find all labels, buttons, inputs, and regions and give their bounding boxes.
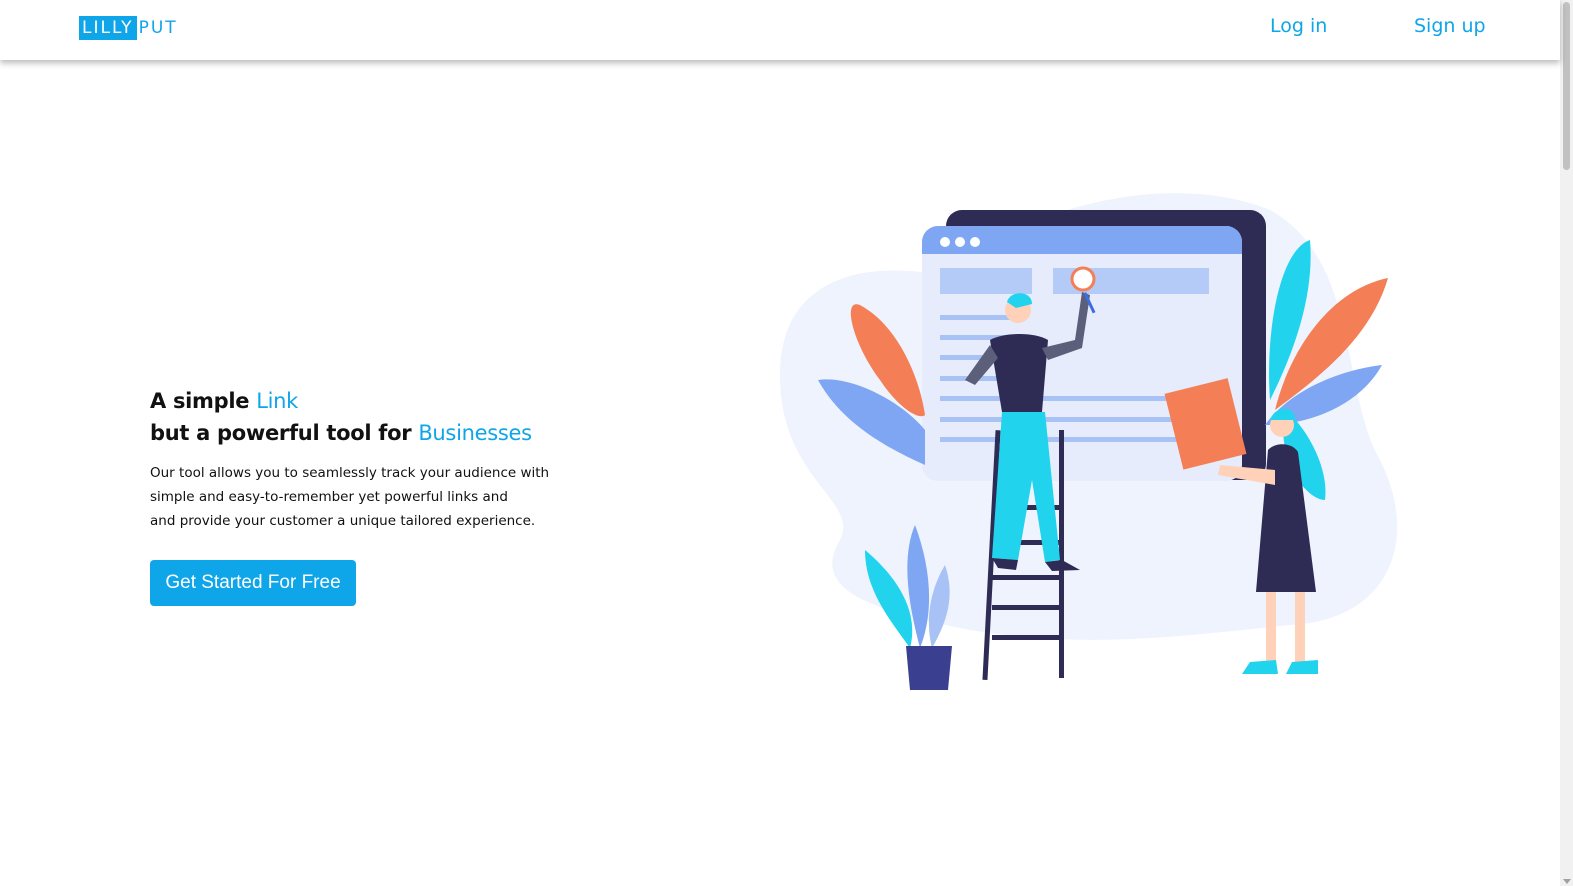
hero-section: A simple Link but a powerful tool for Bu…: [150, 385, 570, 533]
headline-line1-prefix: A simple: [150, 389, 257, 413]
logo-box-text: LILLY: [79, 16, 137, 40]
hero-description: Our tool allows you to seamlessly track …: [150, 461, 570, 533]
hero-illustration: [770, 180, 1415, 700]
page-scrollbar[interactable]: [1560, 0, 1573, 886]
description-line: Our tool allows you to seamlessly track …: [150, 465, 550, 481]
description-line: simple and easy-to-remember yet powerful…: [150, 489, 508, 505]
hero-headline: A simple Link but a powerful tool for Bu…: [150, 385, 570, 449]
site-header: LILLY PUT Log in Sign up: [0, 0, 1560, 60]
scrollbar-thumb[interactable]: [1563, 2, 1570, 170]
headline-line2-prefix: but a powerful tool for: [150, 421, 419, 445]
team-browser-illustration-icon: [780, 193, 1398, 690]
get-started-button[interactable]: Get Started For Free: [150, 560, 356, 606]
signup-link[interactable]: Sign up: [1414, 15, 1486, 37]
login-link[interactable]: Log in: [1270, 15, 1327, 37]
description-line: and provide your customer a unique tailo…: [150, 513, 536, 529]
brand-logo[interactable]: LILLY PUT: [79, 16, 178, 40]
scroll-down-arrow-icon[interactable]: [1563, 879, 1571, 884]
headline-line2-accent: Businesses: [418, 421, 532, 445]
logo-rest-text: PUT: [138, 18, 178, 38]
headline-line1-accent: Link: [256, 389, 299, 413]
